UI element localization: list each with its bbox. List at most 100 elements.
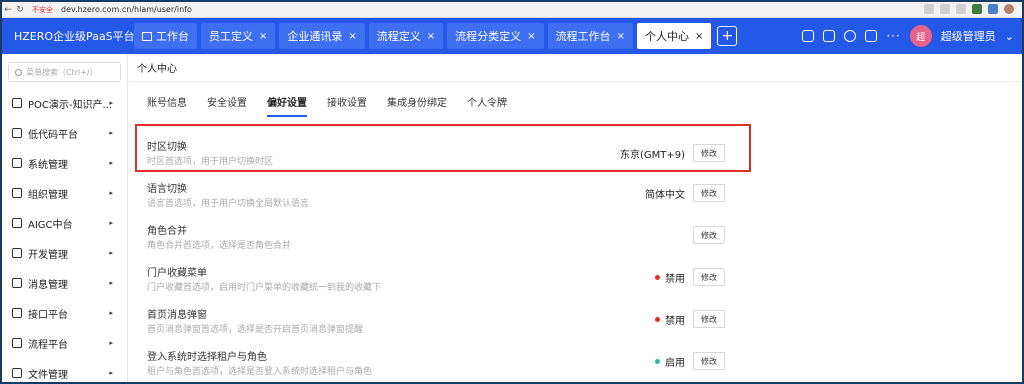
sidebar-item-label: 组织管理 [28, 189, 68, 201]
preference-value-text: 禁用 [665, 274, 685, 285]
preference-value: 禁用 [655, 312, 685, 327]
reload-icon[interactable]: ↻ [14, 5, 26, 15]
close-icon[interactable]: × [259, 31, 267, 42]
tab-0[interactable]: 工作台 [134, 23, 197, 49]
subtab-4[interactable]: 集成身份绑定 [387, 94, 447, 117]
caret-right-icon: ▸ [109, 279, 113, 287]
preference-description: 语言首选项，用于用户切换全局默认语言 [147, 199, 310, 209]
ai-icon [12, 218, 22, 228]
chevron-down-icon[interactable]: ⌄ [1005, 30, 1014, 43]
sidebar-item-1[interactable]: 低代码平台 ▸ [2, 118, 127, 148]
menu-search-input[interactable]: 菜单搜索（Ctrl+/） [8, 62, 121, 82]
subtab-3[interactable]: 接收设置 [327, 94, 367, 117]
back-icon[interactable]: ← [2, 5, 14, 15]
close-icon[interactable]: × [427, 31, 435, 42]
sidebar-item-label: AIGC中台 [28, 219, 73, 231]
sidebar-item-0[interactable]: POC演示-知识产... ▸ [2, 88, 127, 118]
preference-title: 时区切换 [147, 142, 187, 153]
close-icon[interactable]: × [348, 31, 356, 42]
caret-right-icon: ▸ [109, 189, 113, 197]
sidebar-item-2[interactable]: 系统管理 ▸ [2, 148, 127, 178]
tab-label: 流程分类定义 [455, 30, 522, 43]
caret-right-icon: ▸ [109, 159, 113, 167]
tab-5[interactable]: 流程工作台 × [547, 23, 633, 49]
sidebar-item-5[interactable]: 开发管理 ▸ [2, 238, 127, 268]
screen-icon[interactable] [823, 30, 836, 42]
tab-6[interactable]: 个人中心 × [636, 23, 712, 49]
edit-button[interactable]: 修改 [693, 144, 725, 162]
zoom-icon[interactable] [924, 4, 934, 14]
subtab-5[interactable]: 个人令牌 [467, 94, 507, 117]
preference-title: 门户收藏菜单 [147, 268, 207, 279]
tab-1[interactable]: 员工定义 × [201, 23, 276, 49]
profile-icon[interactable] [1004, 4, 1014, 14]
more-icon[interactable]: ··· [886, 29, 900, 43]
subtab-1[interactable]: 安全设置 [207, 94, 247, 117]
preference-description: 首页消息弹窗首选项，选择是否开启首页消息弹窗提醒 [147, 325, 364, 335]
extension-green-icon[interactable] [972, 4, 982, 14]
preference-title: 角色合并 [147, 226, 187, 237]
sidebar-item-label: 低代码平台 [28, 129, 78, 141]
sidebar-item-label: 消息管理 [28, 279, 68, 291]
preference-row: 登入系统时选择租户与角色 租户与角色首选项，选择是否登入系统时选择租户与角色 启用修… [129, 340, 749, 382]
code-icon [12, 248, 22, 258]
star-icon[interactable] [940, 4, 950, 14]
avatar[interactable]: 超 [909, 25, 932, 47]
tab-label: 流程定义 [376, 30, 421, 43]
folder-icon [12, 368, 22, 378]
extension-icon[interactable] [956, 4, 966, 14]
edit-button[interactable]: 修改 [693, 352, 725, 370]
tab-label: 个人中心 [644, 30, 689, 43]
close-icon[interactable]: × [617, 31, 625, 42]
preference-row: 角色合并 角色合并首选项，选择是否角色合并 修改 [129, 214, 749, 256]
edit-button[interactable]: 修改 [693, 310, 725, 328]
settings-icon [12, 158, 22, 168]
edit-button[interactable]: 修改 [693, 268, 725, 286]
home-icon[interactable] [802, 30, 815, 42]
edit-button[interactable]: 修改 [693, 226, 725, 244]
caret-right-icon: ▸ [109, 309, 113, 317]
preference-value-text: 东京(GMT+9) [619, 150, 685, 161]
sidebar: 菜单搜索（Ctrl+/） POC演示-知识产... ▸ 低代码平台 ▸ 系统管理 ▸ 组织管… [2, 54, 128, 382]
preference-value-text: 简体中文 [645, 190, 685, 201]
org-icon [12, 188, 22, 198]
user-name[interactable]: 超级管理员 [941, 28, 996, 44]
extension-blue-icon[interactable] [988, 4, 998, 14]
workspace-icon [142, 31, 152, 41]
caret-right-icon: ▸ [109, 129, 113, 137]
subtab-0[interactable]: 账号信息 [147, 94, 187, 117]
sidebar-item-4[interactable]: AIGC中台 ▸ [2, 208, 127, 238]
header-actions: ··· 超 超级管理员 ⌄ [802, 18, 1022, 54]
preference-value: 东京(GMT+9) [620, 146, 685, 161]
add-tab-button[interactable]: + [717, 26, 738, 46]
preference-description: 时区首选项，用于用户切换时区 [147, 157, 274, 167]
bell-icon[interactable] [844, 30, 857, 42]
shirt-icon[interactable] [865, 30, 878, 42]
sidebar-item-3[interactable]: 组织管理 ▸ [2, 178, 127, 208]
tab-2[interactable]: 企业通讯录 × [279, 23, 365, 49]
caret-right-icon: ▸ [109, 369, 113, 377]
status-dot-icon [655, 359, 660, 364]
tab-3[interactable]: 流程定义 × [368, 23, 444, 49]
preference-title: 语言切换 [147, 184, 187, 195]
sidebar-item-label: 系统管理 [28, 159, 68, 171]
close-icon[interactable]: × [695, 31, 703, 42]
sidebar-item-7[interactable]: 接口平台 ▸ [2, 298, 127, 328]
sidebar-item-8[interactable]: 流程平台 ▸ [2, 328, 127, 358]
main-content: 个人中心 账号信息 安全设置 偏好设置 接收设置 集成身份绑定 个人令牌 时区切换 时区首选… [129, 54, 1022, 382]
sidebar-item-9[interactable]: 文件管理 ▸ [2, 358, 127, 382]
edit-button[interactable]: 修改 [693, 184, 725, 202]
url-text[interactable]: dev.hzero.com.cn/hiam/user/info [61, 5, 192, 14]
caret-right-icon: ▸ [109, 219, 113, 227]
close-icon[interactable]: × [527, 31, 535, 42]
sidebar-item-6[interactable]: 消息管理 ▸ [2, 268, 127, 298]
message-icon [12, 278, 22, 288]
preference-row: 首页消息弹窗 首页消息弹窗首选项，选择是否开启首页消息弹窗提醒 禁用 修改 [129, 298, 749, 340]
tab-label: 流程工作台 [555, 30, 611, 43]
doc-icon [12, 98, 22, 108]
search-icon [15, 68, 22, 76]
sidebar-item-label: 开发管理 [28, 249, 68, 261]
subtab-2[interactable]: 偏好设置 [267, 94, 307, 117]
preference-value: 禁用 [655, 270, 685, 285]
tab-4[interactable]: 流程分类定义 × [447, 23, 544, 49]
